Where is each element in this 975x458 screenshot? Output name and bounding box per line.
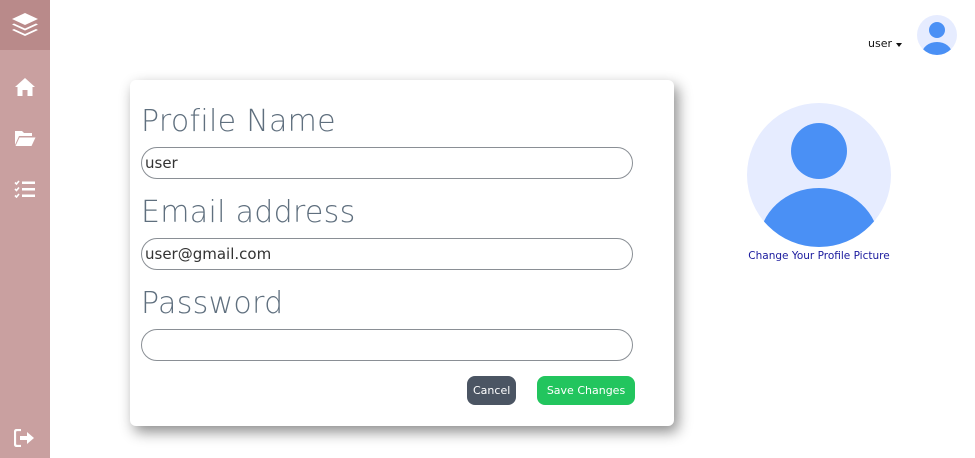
tasks-list-icon xyxy=(14,180,36,198)
password-label: Password xyxy=(141,286,284,321)
profile-name-input[interactable] xyxy=(141,147,633,179)
profile-form-card: Profile Name Email address Password Canc… xyxy=(130,80,674,426)
email-label: Email address xyxy=(141,195,356,230)
password-input[interactable] xyxy=(141,329,633,361)
save-changes-button[interactable]: Save Changes xyxy=(537,376,635,405)
chevron-down-icon xyxy=(896,42,902,47)
change-profile-picture-link[interactable]: Change Your Profile Picture xyxy=(747,250,891,262)
logout-icon xyxy=(14,429,36,447)
folder-open-icon xyxy=(14,129,36,147)
layers-icon xyxy=(10,10,40,40)
nav-logout[interactable] xyxy=(0,420,50,456)
username-label: user xyxy=(868,37,892,50)
cancel-button[interactable]: Cancel xyxy=(467,376,516,405)
app-logo[interactable] xyxy=(0,0,50,50)
home-icon xyxy=(14,77,36,97)
email-input[interactable] xyxy=(141,238,633,270)
sidebar xyxy=(0,0,50,458)
profile-name-label: Profile Name xyxy=(141,104,336,139)
nav-folders[interactable] xyxy=(0,120,50,156)
user-menu[interactable]: user xyxy=(868,37,902,50)
profile-picture[interactable] xyxy=(747,103,891,247)
user-avatar-icon[interactable] xyxy=(917,15,957,55)
nav-tasks[interactable] xyxy=(0,171,50,207)
nav-home[interactable] xyxy=(0,69,50,105)
